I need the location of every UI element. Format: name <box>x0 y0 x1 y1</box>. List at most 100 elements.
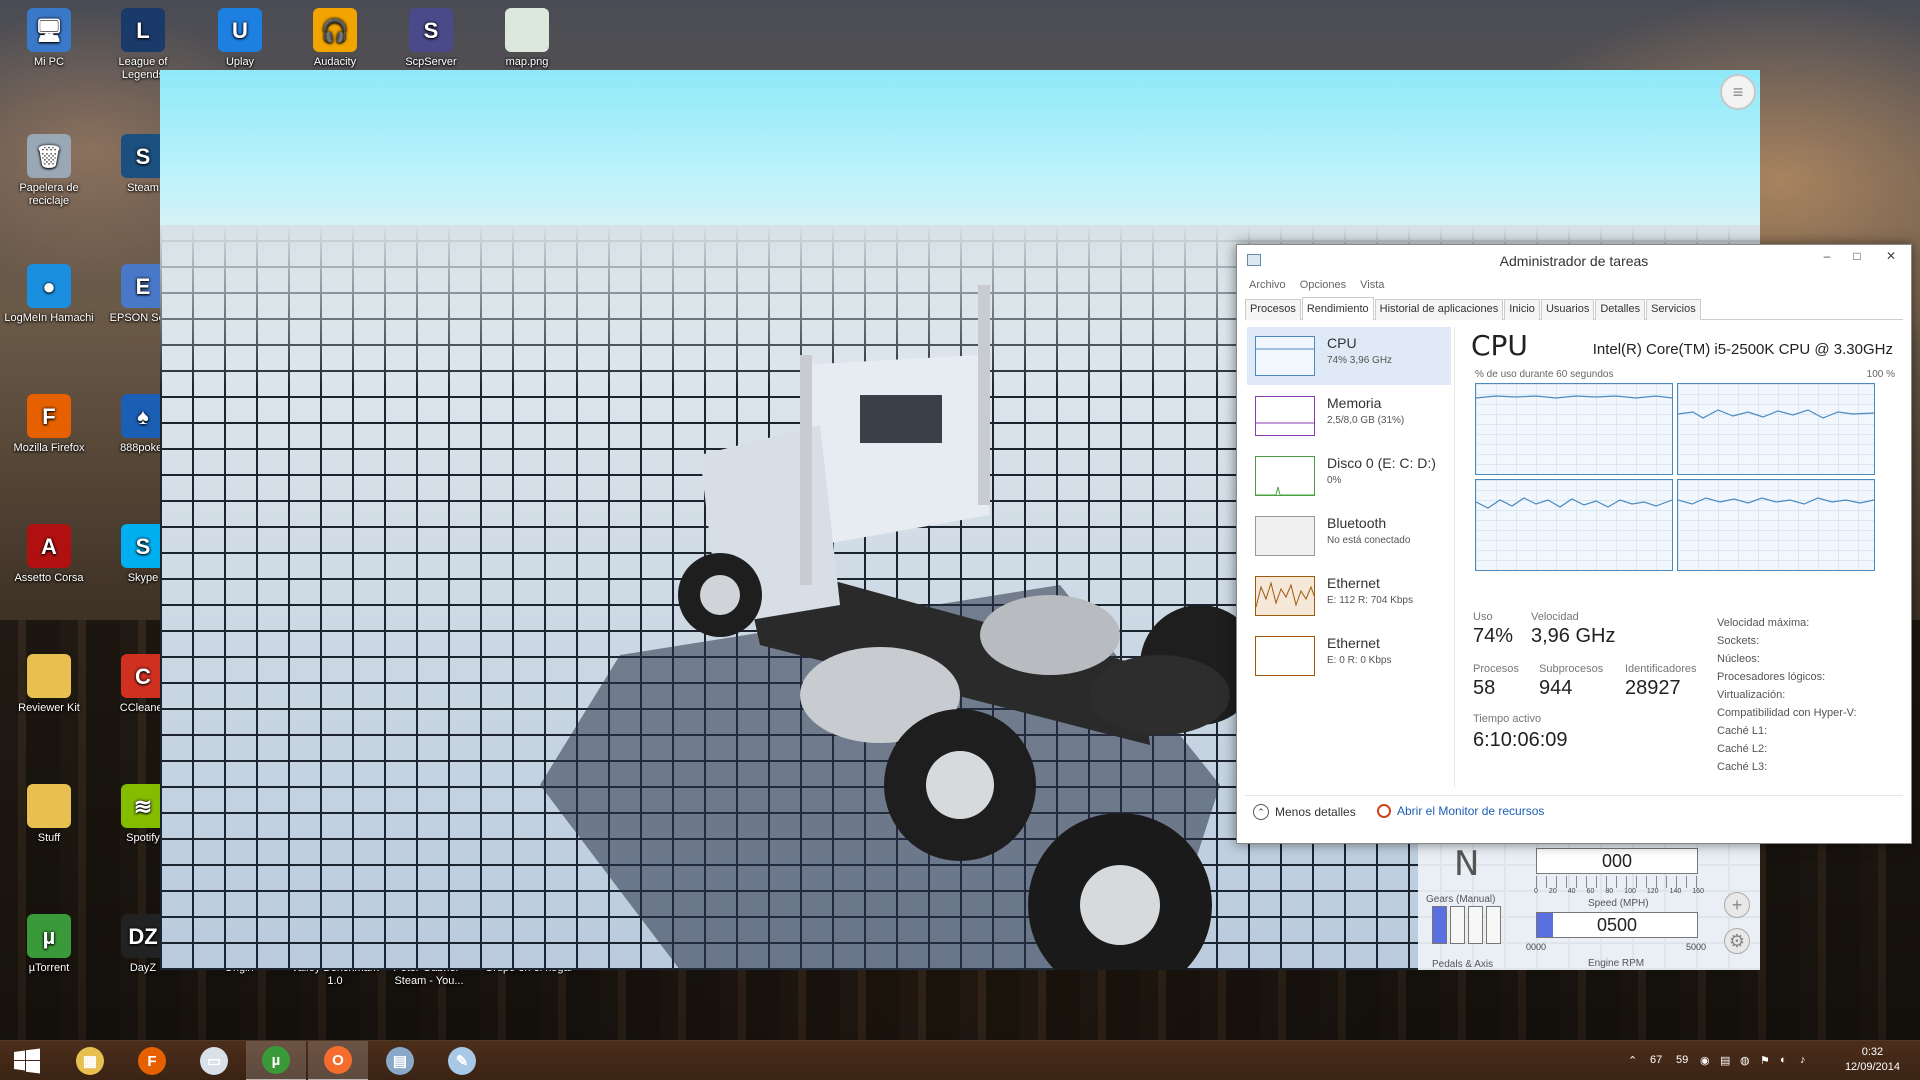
tab-bar: Procesos Rendimiento Historial de aplicaci… <box>1245 297 1903 320</box>
resource-sidebar: CPU 74% 3,96 GHz Memoria 2,5/8,0 GB (31%) Di… <box>1245 327 1455 787</box>
sidebar-thumbnail <box>1255 516 1315 556</box>
desktop-icon[interactable]: Reviewer Kit <box>4 654 94 715</box>
taskbar-button[interactable]: ✎ <box>432 1041 492 1080</box>
epson-icon: E <box>121 264 165 308</box>
explorer-window-icon: ▭ <box>200 1047 228 1075</box>
tab-inicio[interactable]: Inicio <box>1504 299 1540 320</box>
taskbar-button[interactable]: F <box>122 1041 182 1080</box>
cpu-model: Intel(R) Core(TM) i5-2500K CPU @ 3.30GHz <box>1592 341 1893 358</box>
start-button[interactable] <box>0 1041 54 1080</box>
sidebar-item-cpu[interactable]: CPU 74% 3,96 GHz <box>1247 327 1451 385</box>
cpu-title: CPU <box>1471 329 1528 362</box>
settings-gear-icon[interactable]: ⚙ <box>1724 928 1750 954</box>
sidebar-thumbnail <box>1255 636 1315 676</box>
game-menu-button[interactable]: ≡ <box>1720 74 1756 110</box>
network-tray-icon[interactable]: ▤ <box>1720 1054 1730 1067</box>
menu-item-opciones[interactable]: Opciones <box>1300 279 1346 291</box>
clock[interactable]: 0:32 12/09/2014 <box>1845 1045 1900 1075</box>
close-icon[interactable]: ✕ <box>1877 249 1905 267</box>
zoom-in-icon[interactable]: + <box>1724 892 1750 918</box>
pedal-bar <box>1468 906 1483 944</box>
tab-historial-de-aplicaciones[interactable]: Historial de aplicaciones <box>1374 299 1504 320</box>
desktop-icon[interactable]: map.png <box>482 8 572 69</box>
spotify-tray-icon[interactable]: ◍ <box>1740 1054 1750 1067</box>
speed-label: Speed (MPH) <box>1588 898 1649 909</box>
desktop-icon[interactable]: U Uplay <box>195 8 285 69</box>
less-details-label: Menos detalles <box>1275 805 1356 819</box>
core-graph-2 <box>1677 383 1875 475</box>
desktop-icon[interactable]: Stuff <box>4 784 94 845</box>
tab-detalles[interactable]: Detalles <box>1595 299 1646 320</box>
volume-icon[interactable]: ◐ <box>1780 1054 1787 1066</box>
sidebar-item-name: Memoria <box>1327 395 1382 411</box>
desktop-icon-label: Stuff <box>37 832 61 844</box>
taskbar-button[interactable]: ▭ <box>184 1041 244 1080</box>
cpu-spec-label: Núcleos: <box>1717 653 1760 665</box>
menu-item-archivo[interactable]: Archivo <box>1249 279 1286 291</box>
sidebar-sparkline <box>1256 637 1314 675</box>
window-title: Administrador de tareas <box>1499 253 1649 269</box>
desktop-icon[interactable]: 🗑 Papelera de reciclaje <box>4 134 94 208</box>
sidebar-thumbnail <box>1255 396 1315 436</box>
desktop-icon[interactable]: F Mozilla Firefox <box>4 394 94 455</box>
speed-tick-label: 80 <box>1605 888 1614 895</box>
core-graph-3-line <box>1475 497 1673 509</box>
taskbar-button[interactable]: O <box>308 1041 368 1080</box>
sidebar-item-ethernet[interactable]: Ethernet E: 112 R: 704 Kbps <box>1247 567 1451 625</box>
maximize-icon[interactable]: □ <box>1843 249 1871 267</box>
stat-tiempo-label: Tiempo activo <box>1473 713 1542 725</box>
graph-label: % de uso durante 60 segundos <box>1475 369 1614 380</box>
cpu-spec-label: Velocidad máxima: <box>1717 617 1810 629</box>
task-manager-window[interactable]: Administrador de tareas ‒ □ ✕ Archivo Opc… <box>1236 244 1912 844</box>
sidebar-item-name: CPU <box>1327 335 1357 351</box>
front-wheel-hub <box>700 575 740 615</box>
ccleaner-icon: C <box>121 654 165 698</box>
taskbar-button[interactable]: µ <box>246 1041 306 1080</box>
desktop-icon[interactable]: 🖥 Mi PC <box>4 8 94 69</box>
tab-servicios[interactable]: Servicios <box>1646 299 1701 320</box>
desktop-icon[interactable]: S ScpServer <box>386 8 476 69</box>
firefox-icon: F <box>138 1047 166 1075</box>
stat-tiempo: 6:10:06:09 <box>1473 729 1568 751</box>
steam-tray-icon[interactable]: ◉ <box>1700 1054 1710 1067</box>
speed-ticks <box>1536 876 1698 888</box>
graph-max: 100 % <box>1866 369 1895 380</box>
minimize-icon[interactable]: ‒ <box>1813 249 1841 267</box>
tab-rendimiento[interactable]: Rendimiento <box>1301 297 1374 320</box>
taskbar-button[interactable]: ▦ <box>60 1041 120 1080</box>
chevron-up-icon: ⌃ <box>1253 804 1269 820</box>
tab-usuarios[interactable]: Usuarios <box>1540 299 1595 320</box>
menu-item-vista[interactable]: Vista <box>1360 279 1384 291</box>
action-center-icon[interactable]: ⚑ <box>1760 1054 1770 1067</box>
speaker-icon[interactable]: ♪ <box>1800 1054 1806 1066</box>
sidebar-item-memoria[interactable]: Memoria 2,5/8,0 GB (31%) <box>1247 387 1451 445</box>
sidebar-thumbnail <box>1255 336 1315 376</box>
desktop-icon[interactable]: 🎧 Audacity <box>290 8 380 69</box>
speed-tick-label: 160 <box>1692 888 1704 895</box>
taskbar-button[interactable]: ▤ <box>370 1041 430 1080</box>
sidebar-item-disco[interactable]: Disco 0 (E: C: D:) 0% <box>1247 447 1451 505</box>
pedal-fill <box>1433 907 1446 943</box>
sidebar-item-bluetooth[interactable]: Bluetooth No está conectado <box>1247 507 1451 565</box>
desktop-icon[interactable]: ● LogMeIn Hamachi <box>4 264 94 325</box>
stat-uso: 74% <box>1473 625 1514 647</box>
league-icon: L <box>121 8 165 52</box>
task-manager-titlebar[interactable]: Administrador de tareas ‒ □ ✕ <box>1237 245 1911 275</box>
sidebar-item-sub: 2,5/8,0 GB (31%) <box>1327 415 1405 426</box>
sidebar-item-sub: 0% <box>1327 475 1342 486</box>
resource-monitor-link[interactable]: Abrir el Monitor de recursos <box>1377 804 1544 818</box>
tab-procesos[interactable]: Procesos <box>1245 299 1301 320</box>
rear-wheel-2-hub <box>1080 865 1160 945</box>
utorrent-icon: µ <box>262 1046 290 1074</box>
sidebar-item-ethernet[interactable]: Ethernet E: 0 R: 0 Kbps <box>1247 627 1451 685</box>
cpu-spec-label: Caché L3: <box>1717 761 1768 773</box>
desktop-icon-label: Reviewer Kit <box>18 702 80 714</box>
desktop-icon[interactable]: µ µTorrent <box>4 914 94 975</box>
speed-tick-label: 140 <box>1669 888 1682 895</box>
speed-tick-label: 120 <box>1646 888 1659 895</box>
gears-label: Gears (Manual) <box>1426 894 1496 905</box>
less-details-button[interactable]: ⌃ Menos detalles <box>1253 804 1356 820</box>
desktop-icon[interactable]: A Assetto Corsa <box>4 524 94 585</box>
vehicle-hud: N Gears (Manual) Pedals & Axis 000 0 20 40… <box>1418 843 1760 970</box>
tray-expand-icon[interactable]: ⌃ <box>1628 1054 1637 1067</box>
